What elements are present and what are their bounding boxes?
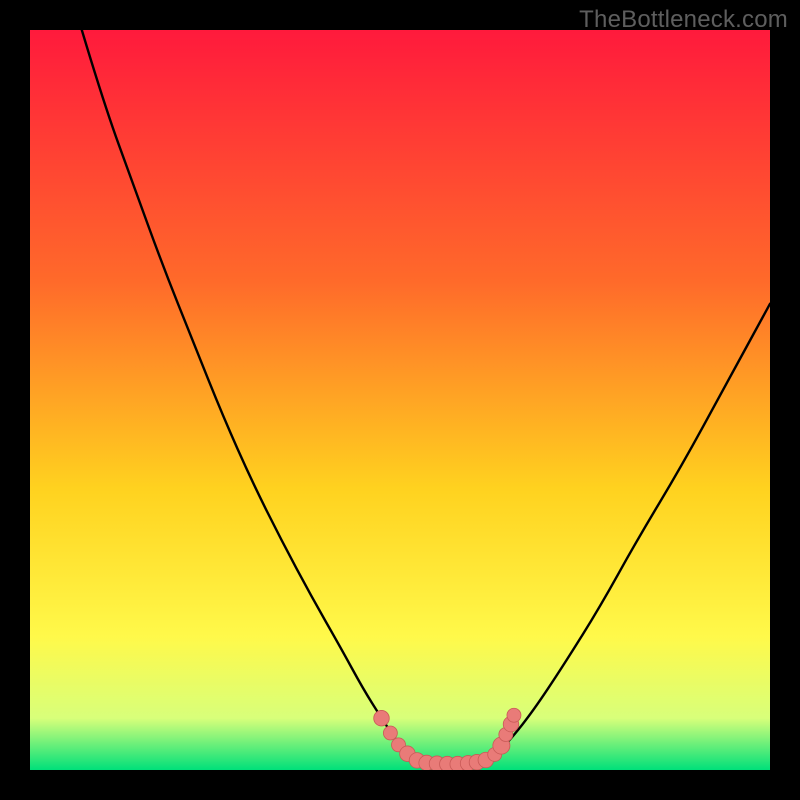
fit-marker: [374, 710, 390, 726]
chart-frame: [30, 30, 770, 770]
bottleneck-chart: [30, 30, 770, 770]
watermark-text: TheBottleneck.com: [579, 6, 788, 34]
fit-marker: [383, 726, 397, 740]
gradient-background: [30, 30, 770, 770]
fit-marker: [507, 708, 521, 722]
